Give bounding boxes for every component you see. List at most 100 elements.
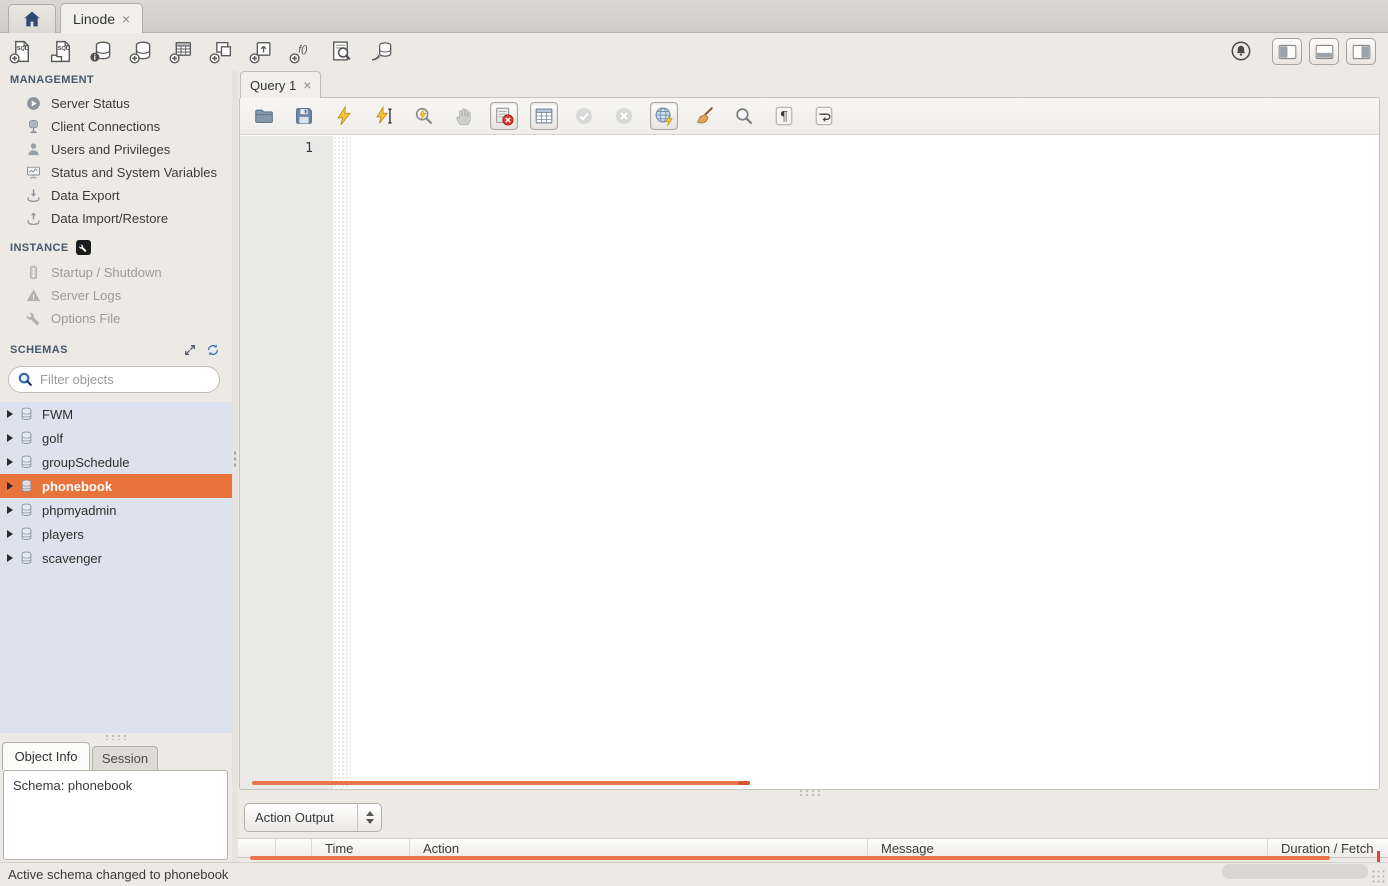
output-column-header[interactable]: Time xyxy=(312,839,410,857)
home-tab[interactable] xyxy=(8,4,56,33)
toggle-wrap-button[interactable] xyxy=(810,102,838,130)
open-script-button[interactable] xyxy=(250,102,278,130)
output-horizontal-scrollbar[interactable] xyxy=(250,856,1330,860)
toggle-left-sidebar-button[interactable] xyxy=(1272,38,1302,65)
search-table-data-button[interactable] xyxy=(328,39,354,65)
output-view-label: Action Output xyxy=(245,810,357,825)
open-sql-script-button[interactable] xyxy=(48,39,74,65)
schema-item-groupschedule[interactable]: groupSchedule xyxy=(0,450,232,474)
toggle-right-sidebar-button[interactable] xyxy=(1346,38,1376,65)
sidebar-item-server-status[interactable]: Server Status xyxy=(0,92,232,115)
schema-item-golf[interactable]: golf xyxy=(0,426,232,450)
schema-item-fwm[interactable]: FWM xyxy=(0,402,232,426)
output-splitter-grip[interactable] xyxy=(798,789,820,798)
sidebar-item-status-variables[interactable]: Status and System Variables xyxy=(0,161,232,184)
tab-object-info[interactable]: Object Info xyxy=(2,742,90,770)
stop-hand-icon xyxy=(453,105,475,127)
sidebar-item-data-import[interactable]: Data Import/Restore xyxy=(0,207,232,230)
save-script-button[interactable] xyxy=(290,102,318,130)
schema-database-icon xyxy=(19,430,34,446)
info-tab-strip: Object Info Session xyxy=(0,742,232,770)
execute-current-statement-button[interactable] xyxy=(370,102,398,130)
schema-item-players[interactable]: players xyxy=(0,522,232,546)
commit-button[interactable] xyxy=(570,102,598,130)
sidebar-item-client-connections[interactable]: Client Connections xyxy=(0,115,232,138)
toggle-invisibles-button[interactable] xyxy=(770,102,798,130)
create-view-button[interactable] xyxy=(208,39,234,65)
create-schema-icon xyxy=(129,39,154,64)
output-column-header[interactable]: Action xyxy=(410,839,868,857)
left-panel-icon xyxy=(1277,43,1298,61)
output-scrollbar-thumb[interactable] xyxy=(1222,864,1368,879)
data-import-icon xyxy=(25,210,42,227)
output-column-header[interactable] xyxy=(238,839,276,857)
inspect-database-button[interactable] xyxy=(88,39,114,65)
output-scrollbar-end-mark xyxy=(1377,851,1380,862)
toggle-autocommit-button[interactable] xyxy=(650,102,678,130)
create-procedure-icon xyxy=(249,39,274,64)
instance-items: Startup / Shutdown Server Logs Options F… xyxy=(0,261,232,330)
notifications-button[interactable] xyxy=(1229,39,1255,65)
refresh-schemas-icon[interactable] xyxy=(206,343,220,357)
schemas-section-header: SCHEMAS xyxy=(0,343,232,357)
new-query-tab-button[interactable] xyxy=(8,39,34,65)
close-icon[interactable]: × xyxy=(122,11,130,27)
reconnect-dbms-button[interactable] xyxy=(368,39,394,65)
startup-shutdown-icon xyxy=(25,264,42,281)
query-tab[interactable]: Query 1 × xyxy=(240,71,321,98)
output-column-header[interactable] xyxy=(276,839,312,857)
rollback-x-icon xyxy=(613,105,635,127)
toggle-bottom-panel-button[interactable] xyxy=(1309,38,1339,65)
create-schema-button[interactable] xyxy=(128,39,154,65)
expander-triangle-icon[interactable] xyxy=(7,554,13,562)
limit-rows-button[interactable] xyxy=(530,102,558,130)
toggle-stop-on-error-button[interactable] xyxy=(490,102,518,130)
create-function-icon xyxy=(289,39,314,64)
expand-schemas-icon[interactable] xyxy=(183,343,197,357)
schema-filter-input[interactable] xyxy=(40,372,216,387)
sidebar-splitter-grip[interactable] xyxy=(104,734,128,740)
editor-horizontal-scrollbar[interactable] xyxy=(252,781,750,785)
client-connections-icon xyxy=(25,118,42,135)
stop-execution-button[interactable] xyxy=(450,102,478,130)
sql-editor: 1 xyxy=(239,97,1380,790)
connection-tab-linode[interactable]: Linode × xyxy=(60,3,143,33)
output-column-header[interactable]: Duration / Fetch xyxy=(1268,839,1388,857)
data-export-icon xyxy=(25,187,42,204)
sidebar-item-startup-shutdown[interactable]: Startup / Shutdown xyxy=(0,261,232,284)
expander-triangle-icon[interactable] xyxy=(7,530,13,538)
expander-triangle-icon[interactable] xyxy=(7,434,13,442)
editor-text-area[interactable]: 1 xyxy=(240,136,1379,789)
sidebar: MANAGEMENT Server Status Client Connecti… xyxy=(0,70,232,862)
sidebar-item-data-export[interactable]: Data Export xyxy=(0,184,232,207)
sidebar-item-users-and-privileges[interactable]: Users and Privileges xyxy=(0,138,232,161)
query-tab-close-icon[interactable]: × xyxy=(303,77,311,93)
tab-session[interactable]: Session xyxy=(92,746,158,770)
output-column-header[interactable]: Message xyxy=(868,839,1268,857)
sidebar-item-options-file[interactable]: Options File xyxy=(0,307,232,330)
expander-triangle-icon[interactable] xyxy=(7,458,13,466)
expander-triangle-icon[interactable] xyxy=(7,482,13,490)
expander-triangle-icon[interactable] xyxy=(7,410,13,418)
create-function-button[interactable] xyxy=(288,39,314,65)
rollback-button[interactable] xyxy=(610,102,638,130)
instance-section: INSTANCE Startup / Shutdown Server Logs … xyxy=(0,240,232,330)
create-table-button[interactable] xyxy=(168,39,194,65)
schema-item-scavenger[interactable]: scavenger xyxy=(0,546,232,570)
output-view-selector[interactable]: Action Output xyxy=(244,803,382,832)
schema-tree: FWM golf groupSchedule phonebook xyxy=(0,402,232,733)
sidebar-item-server-logs[interactable]: Server Logs xyxy=(0,284,232,307)
schema-database-icon xyxy=(19,406,34,422)
find-button[interactable] xyxy=(730,102,758,130)
schema-item-phpmyadmin[interactable]: phpmyadmin xyxy=(0,498,232,522)
beautify-script-button[interactable] xyxy=(690,102,718,130)
execute-script-button[interactable] xyxy=(330,102,358,130)
instance-wrench-badge-icon xyxy=(76,240,91,255)
window-resize-grip[interactable] xyxy=(1371,869,1386,884)
expander-triangle-icon[interactable] xyxy=(7,506,13,514)
panel-toggles xyxy=(1272,38,1376,65)
schema-item-phonebook[interactable]: phonebook xyxy=(0,474,232,498)
explain-statement-button[interactable] xyxy=(410,102,438,130)
create-procedure-button[interactable] xyxy=(248,39,274,65)
main-toolbar xyxy=(0,33,1388,70)
